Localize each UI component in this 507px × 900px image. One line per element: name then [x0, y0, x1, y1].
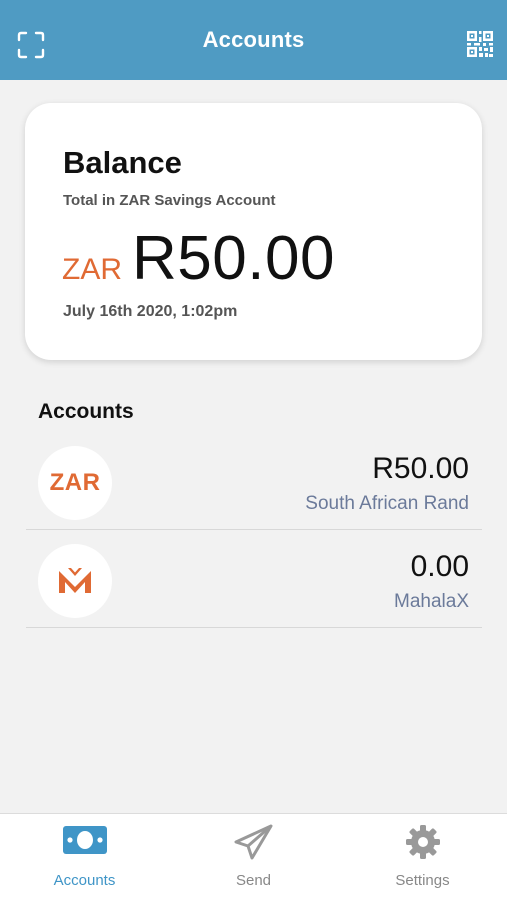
gear-icon: [405, 825, 440, 859]
balance-date: July 16th 2020, 1:02pm: [63, 303, 238, 320]
accounts-section-title: Accounts: [38, 400, 134, 423]
nav-label-send: Send: [235, 872, 272, 889]
cash-icon: [62, 826, 107, 854]
account-name: South African Rand: [305, 493, 469, 514]
app-header: Accounts: [0, 0, 507, 80]
account-row-zar[interactable]: ZAR R50.00 South African Rand: [26, 432, 482, 530]
balance-subtitle: Total in ZAR Savings Account: [63, 192, 276, 209]
balance-card: Balance Total in ZAR Savings Account ZAR…: [25, 103, 482, 360]
qr-code-icon[interactable]: [467, 31, 493, 57]
zar-logo: ZAR: [38, 446, 112, 520]
nav-label-settings: Settings: [395, 872, 450, 889]
balance-title: Balance: [63, 145, 182, 180]
balance-amount-row: ZAR R50.00: [62, 223, 335, 294]
nav-label-accounts: Accounts: [53, 872, 116, 889]
balance-currency: ZAR: [62, 253, 122, 286]
nav-item-accounts[interactable]: Accounts: [0, 814, 169, 900]
scan-icon[interactable]: [17, 31, 45, 59]
zar-logo-text: ZAR: [49, 469, 101, 496]
bottom-nav: Accounts Send Settings: [0, 813, 507, 900]
nav-item-send[interactable]: Send: [169, 814, 338, 900]
account-name: MahalaX: [394, 591, 469, 612]
page-title: Accounts: [202, 27, 305, 52]
mahalax-logo-icon: [59, 568, 91, 593]
paper-plane-icon: [234, 824, 272, 860]
nav-item-settings[interactable]: Settings: [338, 814, 507, 900]
balance-amount: R50.00: [132, 224, 335, 293]
account-amount: R50.00: [372, 452, 469, 485]
mahalax-logo-icon: [38, 544, 112, 618]
account-amount: 0.00: [410, 550, 469, 583]
account-row-mahalax[interactable]: 0.00 MahalaX: [26, 530, 482, 628]
